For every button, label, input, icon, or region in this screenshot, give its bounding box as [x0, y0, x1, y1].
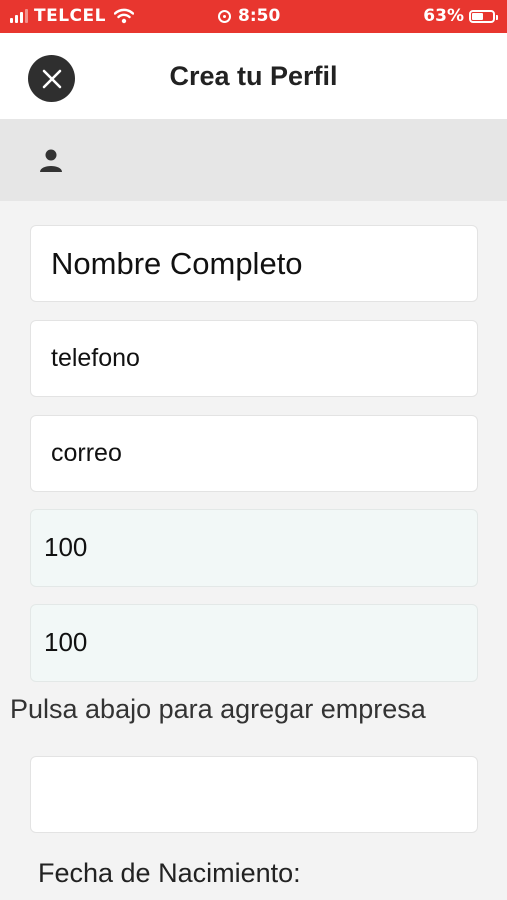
birth-date-label: Fecha de Nacimiento:: [38, 858, 301, 888]
carrier-name: TELCEL: [34, 6, 106, 26]
battery-icon: [469, 9, 498, 23]
wifi-icon: [113, 8, 134, 24]
signal-icon: [10, 9, 28, 23]
status-center: 8:50: [218, 6, 280, 26]
email-placeholder: correo: [51, 439, 122, 467]
status-time: 8:50: [238, 6, 281, 26]
phone-field[interactable]: telefono: [30, 320, 478, 397]
status-bar: TELCEL 8:50 63%: [0, 0, 507, 33]
status-left: TELCEL: [10, 6, 134, 26]
page-title: Crea tu Perfil: [169, 61, 338, 91]
battery-percent: 63%: [423, 6, 464, 26]
company-prompt: Pulsa abajo para agregar empresa: [10, 694, 426, 724]
company-field[interactable]: [30, 756, 478, 833]
number-field-1[interactable]: 100: [30, 509, 478, 587]
email-field[interactable]: correo: [30, 415, 478, 492]
number-value-1: 100: [44, 532, 88, 562]
avatar-section: [0, 119, 507, 201]
phone-placeholder: telefono: [51, 344, 140, 372]
person-icon[interactable]: [38, 147, 64, 173]
full-name-field[interactable]: Nombre Completo: [30, 225, 478, 302]
app-header: Crea tu Perfil: [0, 33, 507, 119]
status-right: 63%: [423, 6, 498, 26]
full-name-placeholder: Nombre Completo: [51, 246, 303, 281]
number-value-2: 100: [44, 627, 88, 657]
alarm-icon: [218, 9, 231, 23]
number-field-2[interactable]: 100: [30, 604, 478, 682]
